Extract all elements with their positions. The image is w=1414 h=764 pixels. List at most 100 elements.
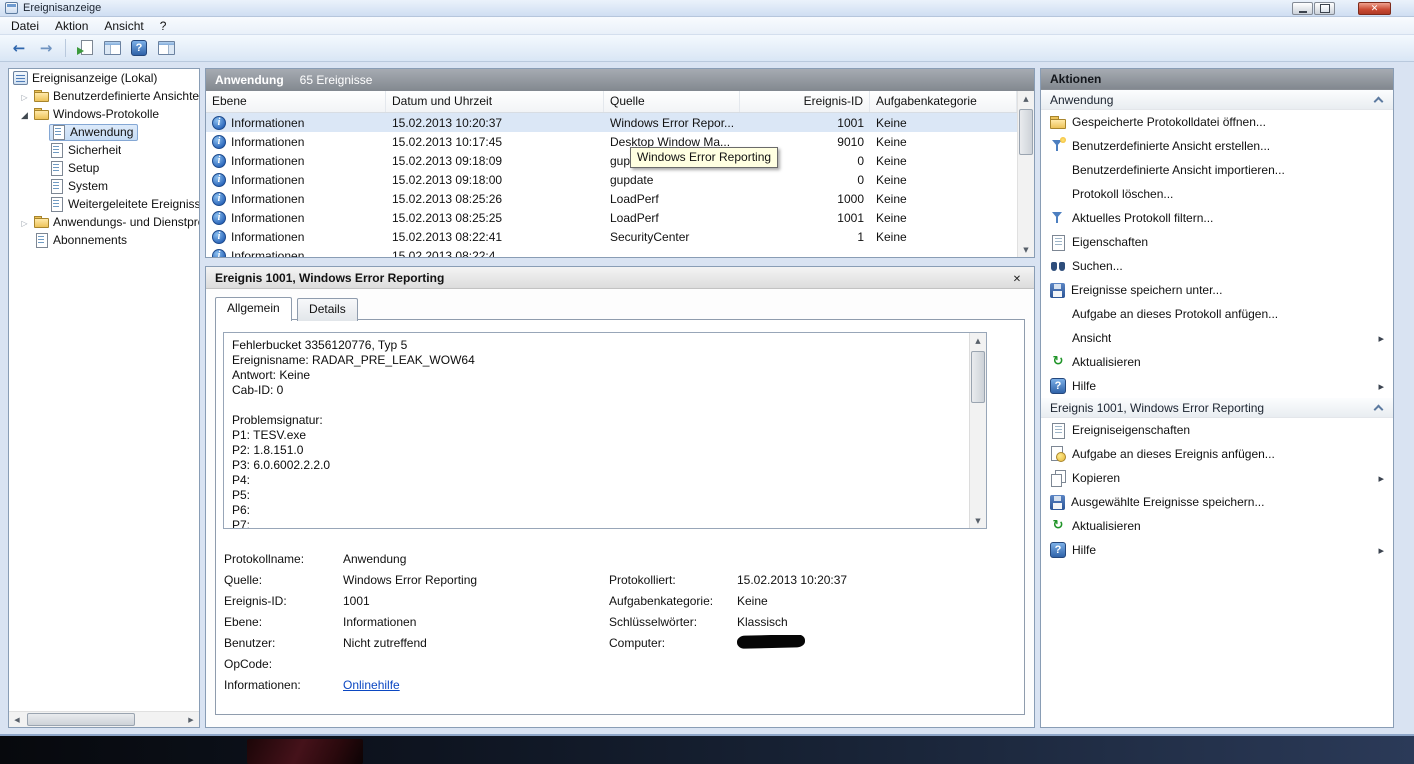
menu-hilfe[interactable]: ?: [152, 17, 175, 35]
desktop-wallpaper-fragment: [247, 739, 363, 764]
column-header-datum[interactable]: Datum und Uhrzeit: [386, 91, 604, 112]
tree-horizontal-scrollbar[interactable]: [9, 711, 199, 727]
action-pane-icon[interactable]: [155, 37, 177, 59]
export-list-icon[interactable]: [74, 37, 96, 59]
column-header-ebene[interactable]: Ebene: [206, 91, 386, 112]
field-row: Quelle: Windows Error Reporting Protokol…: [224, 572, 848, 587]
information-icon: [212, 191, 226, 206]
action-refresh[interactable]: Aktualisieren: [1041, 350, 1393, 374]
expander-expanded-icon[interactable]: [19, 107, 30, 121]
back-icon[interactable]: [8, 37, 30, 59]
action-refresh-event[interactable]: Aktualisieren: [1041, 514, 1393, 538]
desktop: Ereignisanzeige Datei Aktion Ansicht ? E…: [0, 0, 1414, 764]
tab-allgemein[interactable]: Allgemein: [215, 297, 292, 321]
online-help-link[interactable]: Onlinehilfe: [343, 678, 609, 692]
tree-item-apps-services-logs[interactable]: Anwendungs- und Dienstprotokolle: [9, 213, 199, 231]
action-event-properties[interactable]: Ereigniseigenschaften: [1041, 418, 1393, 442]
event-row[interactable]: Informationen 15.02.2013 09:18:00 gupdat…: [206, 170, 1017, 189]
tree-selection: Anwendung: [49, 123, 139, 141]
minimize-button[interactable]: [1292, 2, 1313, 15]
section-header-anwendung[interactable]: Anwendung: [1041, 90, 1393, 110]
menu-datei[interactable]: Datei: [3, 17, 47, 35]
event-row-selected[interactable]: Informationen 15.02.2013 10:20:37 Window…: [206, 113, 1017, 132]
event-row[interactable]: Informationen 15.02.2013 09:18:09 gupdat…: [206, 151, 1017, 170]
scrollbar-thumb[interactable]: [27, 713, 135, 726]
help-icon[interactable]: [128, 37, 150, 59]
menu-ansicht[interactable]: Ansicht: [96, 17, 151, 35]
column-header-ereignis-id[interactable]: Ereignis-ID: [740, 91, 870, 112]
action-attach-task-to-log[interactable]: Aufgabe an dieses Protokoll anfügen...: [1041, 302, 1393, 326]
event-row[interactable]: Informationen 15.02.2013 08:22:41 Securi…: [206, 227, 1017, 246]
action-open-saved-log[interactable]: Gespeicherte Protokolldatei öffnen...: [1041, 110, 1393, 134]
column-header-aufgabenkategorie[interactable]: Aufgabenkategorie: [870, 91, 1017, 112]
section-header-ereignis[interactable]: Ereignis 1001, Windows Error Reporting: [1041, 398, 1393, 418]
event-row[interactable]: Informationen 15.02.2013 08:25:25 LoadPe…: [206, 208, 1017, 227]
console-tree-icon[interactable]: [101, 37, 123, 59]
scroll-right-arrow-icon[interactable]: [183, 712, 199, 727]
action-import-custom-view[interactable]: Benutzerdefinierte Ansicht importieren..…: [1041, 158, 1393, 182]
copy-icon: [1050, 470, 1066, 487]
action-properties[interactable]: Eigenschaften: [1041, 230, 1393, 254]
action-save-events-as[interactable]: Ereignisse speichern unter...: [1041, 278, 1393, 302]
event-rows: Informationen 15.02.2013 10:20:37 Window…: [206, 113, 1034, 257]
app-icon: [5, 2, 18, 14]
maximize-button[interactable]: [1314, 2, 1335, 15]
expander-collapsed-icon[interactable]: [19, 89, 30, 103]
tree-item-setup[interactable]: Setup: [9, 159, 199, 177]
scrollbar-thumb[interactable]: [971, 351, 985, 403]
information-icon: [212, 134, 226, 149]
event-message-box[interactable]: Fehlerbucket 3356120776, Typ 5 Ereignisn…: [223, 332, 987, 529]
scroll-down-arrow-icon[interactable]: [1018, 242, 1034, 257]
message-scrollbar[interactable]: [969, 333, 986, 528]
event-row-partial[interactable]: Informationen 15.02.2013 08:22:4: [206, 246, 1017, 257]
event-properties-icon: [1050, 422, 1066, 439]
collapse-chevron-icon[interactable]: [1374, 95, 1384, 104]
tree-item-subscriptions[interactable]: Abonnements: [9, 231, 199, 249]
action-copy[interactable]: Kopieren: [1041, 466, 1393, 490]
scroll-up-arrow-icon[interactable]: [1018, 91, 1034, 106]
action-help[interactable]: Hilfe: [1041, 374, 1393, 398]
action-save-selected-events[interactable]: Ausgewählte Ereignisse speichern...: [1041, 490, 1393, 514]
event-row[interactable]: Informationen 15.02.2013 08:25:26 LoadPe…: [206, 189, 1017, 208]
tree-item-sicherheit[interactable]: Sicherheit: [9, 141, 199, 159]
close-button[interactable]: [1358, 2, 1391, 15]
tree-item-root[interactable]: Ereignisanzeige (Lokal): [9, 69, 199, 87]
save-icon: [1050, 495, 1065, 510]
action-filter-current-log[interactable]: Aktuelles Protokoll filtern...: [1041, 206, 1393, 230]
information-icon: [212, 248, 226, 257]
expander-collapsed-icon[interactable]: [19, 215, 30, 229]
tree-item-anwendung[interactable]: Anwendung: [9, 123, 199, 141]
scroll-down-arrow-icon[interactable]: [970, 513, 986, 528]
action-find[interactable]: Suchen...: [1041, 254, 1393, 278]
detail-title-text: Ereignis 1001, Windows Error Reporting: [215, 270, 445, 285]
toolbar-separator: [65, 39, 66, 57]
menu-aktion[interactable]: Aktion: [47, 17, 96, 35]
toolbar: [0, 35, 1414, 62]
event-viewer-icon: [13, 71, 28, 85]
tree-item-forwarded-events[interactable]: Weitergeleitete Ereignisse: [9, 195, 199, 213]
event-row[interactable]: Informationen 15.02.2013 10:17:45 Deskto…: [206, 132, 1017, 151]
action-help-event[interactable]: Hilfe: [1041, 538, 1393, 562]
tree-item-system[interactable]: System: [9, 177, 199, 195]
scrollbar-thumb[interactable]: [1019, 109, 1033, 155]
field-row: OpCode:: [224, 656, 273, 671]
tree-item-custom-views[interactable]: Benutzerdefinierte Ansichten: [9, 87, 199, 105]
tree-item-windows-logs[interactable]: Windows-Protokolle: [9, 105, 199, 123]
close-detail-icon[interactable]: [1009, 271, 1025, 285]
field-row: Informationen: Onlinehilfe: [224, 674, 1010, 695]
action-clear-log[interactable]: Protokoll löschen...: [1041, 182, 1393, 206]
submenu-arrow-icon: [1378, 331, 1384, 345]
event-count: 65 Ereignisse: [299, 73, 373, 87]
tab-details[interactable]: Details: [297, 298, 358, 321]
detail-header: Ereignis 1001, Windows Error Reporting: [206, 267, 1034, 289]
submenu-arrow-icon: [1378, 471, 1384, 485]
collapse-chevron-icon[interactable]: [1374, 403, 1384, 412]
action-view[interactable]: Ansicht: [1041, 326, 1393, 350]
event-list-scrollbar[interactable]: [1017, 91, 1034, 257]
forward-icon[interactable]: [35, 37, 57, 59]
action-attach-task-to-event[interactable]: Aufgabe an dieses Ereignis anfügen...: [1041, 442, 1393, 466]
column-header-quelle[interactable]: Quelle: [604, 91, 740, 112]
scroll-left-arrow-icon[interactable]: [9, 712, 25, 727]
action-create-custom-view[interactable]: Benutzerdefinierte Ansicht erstellen...: [1041, 134, 1393, 158]
scroll-up-arrow-icon[interactable]: [970, 333, 986, 348]
